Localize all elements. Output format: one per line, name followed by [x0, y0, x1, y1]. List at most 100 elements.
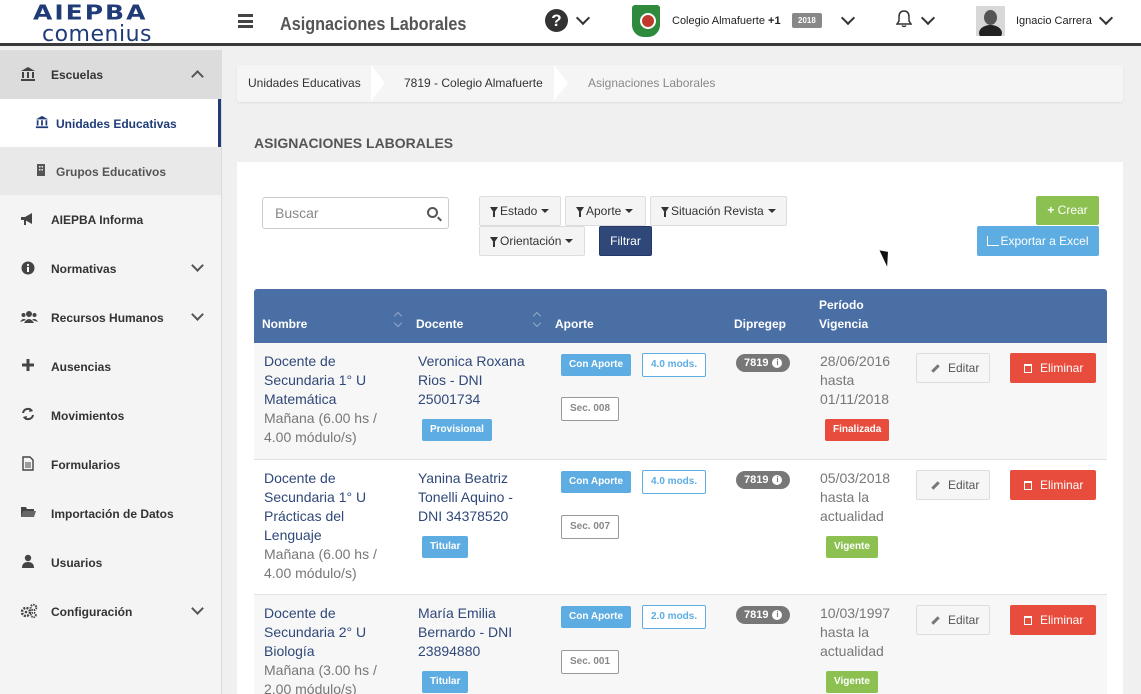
sort-icon[interactable] — [395, 311, 403, 329]
docente-line: 25001734 — [418, 391, 481, 407]
school-chevron-down-icon[interactable] — [840, 10, 856, 26]
chevron-down-icon — [191, 602, 204, 615]
avatar[interactable] — [976, 6, 1005, 36]
column-header-nombre[interactable]: Nombre — [262, 317, 307, 331]
sidebar-item-escuelas[interactable]: Escuelas — [0, 50, 221, 99]
info-icon — [20, 260, 36, 276]
bank-icon — [20, 66, 36, 82]
editar-button[interactable]: Editar — [916, 470, 990, 500]
bell-icon[interactable] — [896, 10, 912, 28]
sidebar-item-label: Movimientos — [51, 409, 125, 423]
nombre-line: Lenguaje — [264, 527, 322, 543]
refresh-icon — [20, 407, 36, 423]
sidebar-item-recursos-humanos[interactable]: Recursos Humanos — [0, 293, 221, 342]
periodo-line: 28/06/2016 — [820, 353, 891, 369]
school-logo[interactable] — [632, 5, 660, 37]
eliminar-label: Eliminar — [1040, 361, 1084, 375]
sidebar-item-ausencias[interactable]: Ausencias — [0, 342, 221, 391]
pencil-icon — [931, 481, 940, 490]
filter-situacion-button[interactable]: Situación Revista — [650, 196, 787, 226]
year-badge: 2018 — [792, 13, 822, 28]
pencil-icon — [931, 364, 940, 373]
search-input[interactable] — [263, 198, 418, 228]
folder-icon — [20, 505, 36, 521]
row-docente[interactable]: Veronica Roxana Rios - DNI 25001734 — [418, 352, 525, 409]
sidebar-item-aiepba-informa[interactable]: AIEPBA Informa — [0, 195, 221, 244]
dipregep-badge[interactable]: 7819 i — [736, 471, 791, 489]
panel-header: ASIGNACIONES LABORALES — [237, 121, 1123, 162]
help-icon[interactable]: ? — [545, 9, 568, 32]
mods-badge: 4.0 mods. — [642, 470, 707, 494]
filter-aporte-button[interactable]: Aporte — [565, 196, 646, 226]
docente-line: Rios - DNI — [418, 372, 483, 388]
row-docente[interactable]: María Emilia Bernardo - DNI 23894880 — [418, 604, 512, 661]
nombre-line: Prácticas del — [264, 508, 345, 524]
row-nombre[interactable]: Docente de Secundaria 1° U Matemática Ma… — [264, 352, 377, 447]
editar-button[interactable]: Editar — [916, 353, 990, 383]
sidebar-item-formularios[interactable]: Formularios — [0, 440, 221, 489]
table-row: Docente de Secundaria 1° U Matemática Ma… — [254, 343, 1107, 460]
sidebar-item-usuarios[interactable]: Usuarios — [0, 538, 221, 587]
user-name[interactable]: Ignacio Carrera — [1016, 15, 1092, 27]
sort-icon[interactable] — [534, 311, 542, 329]
seccion-badge: Sec. 007 — [561, 515, 620, 539]
user-chevron-down-icon[interactable] — [1098, 10, 1114, 26]
caret-down-icon — [625, 209, 634, 213]
breadcrumb-item-unidades[interactable]: Unidades Educativas — [248, 76, 361, 90]
nombre-line: Secundaria 1° U — [264, 372, 367, 388]
app-logo[interactable]: AIEPBA comenius — [0, 0, 222, 47]
filter-estado-button[interactable]: Estado — [479, 196, 561, 226]
seccion-badge: Sec. 001 — [561, 650, 620, 674]
docente-line: 23894880 — [418, 643, 481, 659]
crear-label: Crear — [1057, 203, 1088, 217]
search-icon[interactable] — [427, 207, 438, 218]
sidebar-item-label: AIEPBA Informa — [51, 213, 144, 227]
periodo-line: hasta la — [820, 489, 870, 505]
sidebar-subitem-unidades-educativas[interactable]: Unidades Educativas — [0, 99, 221, 147]
menu-toggle-icon[interactable] — [238, 14, 253, 28]
notifications-chevron-down-icon[interactable] — [920, 10, 936, 26]
seccion-badge: Sec. 008 — [561, 397, 620, 421]
turno-line: 4.00 módulo/s) — [264, 429, 357, 445]
dipregep-badge[interactable]: 7819 i — [736, 354, 791, 372]
dipregep-badge[interactable]: 7819 i — [736, 606, 791, 624]
file-icon — [20, 456, 36, 472]
eliminar-button[interactable]: Eliminar — [1010, 605, 1096, 635]
row-nombre[interactable]: Docente de Secundaria 2° U Biología Maña… — [264, 604, 377, 694]
sidebar-item-label: Usuarios — [51, 556, 103, 570]
sidebar-item-movimientos[interactable]: Movimientos — [0, 391, 221, 440]
docente-line: DNI 34378520 — [418, 508, 509, 524]
filtrar-button[interactable]: Filtrar — [599, 226, 652, 256]
breadcrumb-item-colegio[interactable]: 7819 - Colegio Almafuerte — [404, 76, 543, 90]
page-title: Asignaciones Laborales — [280, 14, 467, 34]
column-header-docente[interactable]: Docente — [416, 317, 463, 331]
row-docente[interactable]: Yanina Beatriz Tonelli Aquino - DNI 3437… — [418, 469, 513, 526]
help-chevron-down-icon[interactable] — [575, 10, 591, 26]
sidebar-item-importacion-datos[interactable]: Importación de Datos — [0, 489, 221, 538]
periodo-line: hasta — [820, 372, 855, 388]
school-selector[interactable]: Colegio Almafuerte +1 — [672, 15, 781, 27]
sidebar-item-normativas[interactable]: Normativas — [0, 244, 221, 293]
editar-button[interactable]: Editar — [916, 605, 990, 635]
crear-button[interactable]: + Crear — [1036, 196, 1099, 225]
dipregep-value: 7819 — [744, 609, 769, 621]
sidebar-item-configuracion[interactable]: Configuración — [0, 587, 221, 636]
exportar-excel-button[interactable]: Exportar a Excel — [977, 226, 1099, 256]
row-nombre[interactable]: Docente de Secundaria 1° U Prácticas del… — [264, 469, 377, 583]
sidebar-subitem-grupos-educativos[interactable]: Grupos Educativos — [0, 147, 221, 195]
top-bar: AIEPBA comenius Asignaciones Laborales ?… — [0, 0, 1141, 47]
filter-icon — [490, 207, 498, 217]
filter-orientacion-label: Orientación — [500, 234, 562, 248]
estado-badge: Vigente — [826, 671, 878, 693]
eliminar-button[interactable]: Eliminar — [1010, 353, 1096, 383]
filter-icon — [490, 237, 498, 247]
sidebar: Escuelas Unidades Educativas Grupos Educ… — [0, 49, 222, 694]
school-extra-count: +1 — [768, 15, 781, 27]
users-icon — [20, 309, 38, 325]
filter-orientacion-button[interactable]: Orientación — [479, 226, 585, 256]
nombre-line: Biología — [264, 643, 315, 659]
logo-text-bottom: comenius — [42, 22, 152, 47]
row-periodo: 10/03/1997 hasta la actualidad — [820, 604, 890, 661]
table-row: Docente de Secundaria 1° U Prácticas del… — [254, 460, 1107, 595]
eliminar-button[interactable]: Eliminar — [1010, 470, 1096, 500]
